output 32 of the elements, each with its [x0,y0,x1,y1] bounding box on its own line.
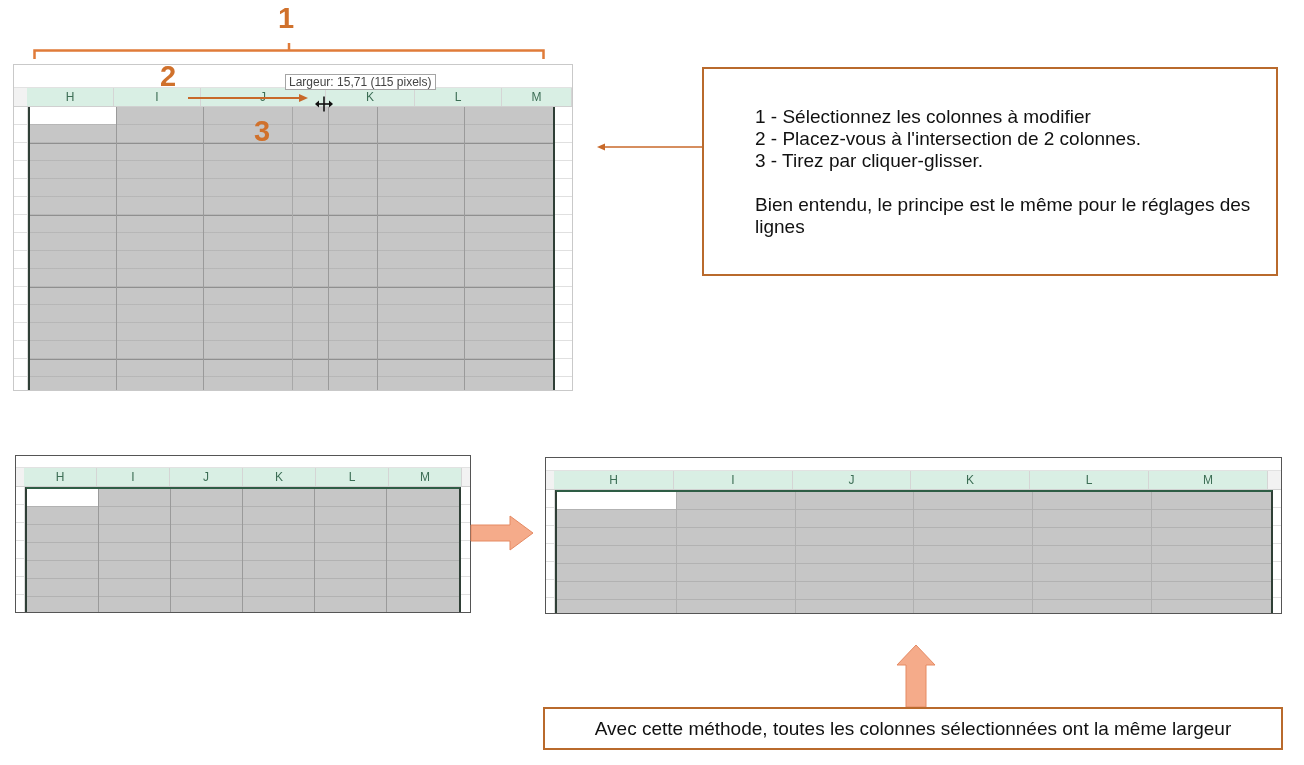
column-header[interactable]: K [243,468,316,486]
bracket-icon [33,42,545,60]
right-arrow-icon [470,515,534,551]
instruction-step: 2 - Placez-vous à l'intersection de 2 colonnes. [755,128,1272,150]
active-cell [27,489,98,506]
column-header[interactable]: I [674,471,793,489]
column-header[interactable]: M [389,468,462,486]
conclusion-callout: Avec cette méthode, toutes les colonnes sélectionnées ont la même largeur [543,707,1283,750]
column-header[interactable]: J [793,471,911,489]
column-header[interactable]: K [911,471,1030,489]
column-header[interactable]: J [170,468,243,486]
tooltip: Largeur: 15,71 (115 pixels) [285,74,436,90]
column-header[interactable]: L [1030,471,1149,489]
instruction-step: 1 - Sélectionnez les colonnes à modifier [755,106,1272,128]
column-header[interactable]: I [97,468,170,486]
step-number: 2 [160,61,177,91]
left-arrow-icon [597,142,703,152]
column-header[interactable]: M [1149,471,1268,489]
note-text: Bien entendu, le principe est le même pour le réglages des lignes [755,194,1252,238]
column-header[interactable]: I [114,88,201,106]
column-header[interactable]: H [27,88,114,106]
step-number: 1 [278,3,295,33]
column-header[interactable]: L [316,468,389,486]
column-header[interactable]: M [502,88,572,106]
column-header[interactable]: L [415,88,502,106]
right-arrow-icon [188,93,308,103]
column-header[interactable]: H [24,468,97,486]
resize-cursor-icon [315,96,333,112]
column-header[interactable]: H [554,471,674,489]
instruction-step: 3 - Tirez par cliquer-glisser. [755,150,1272,172]
up-arrow-icon [896,644,936,708]
step-number: 3 [254,116,271,146]
